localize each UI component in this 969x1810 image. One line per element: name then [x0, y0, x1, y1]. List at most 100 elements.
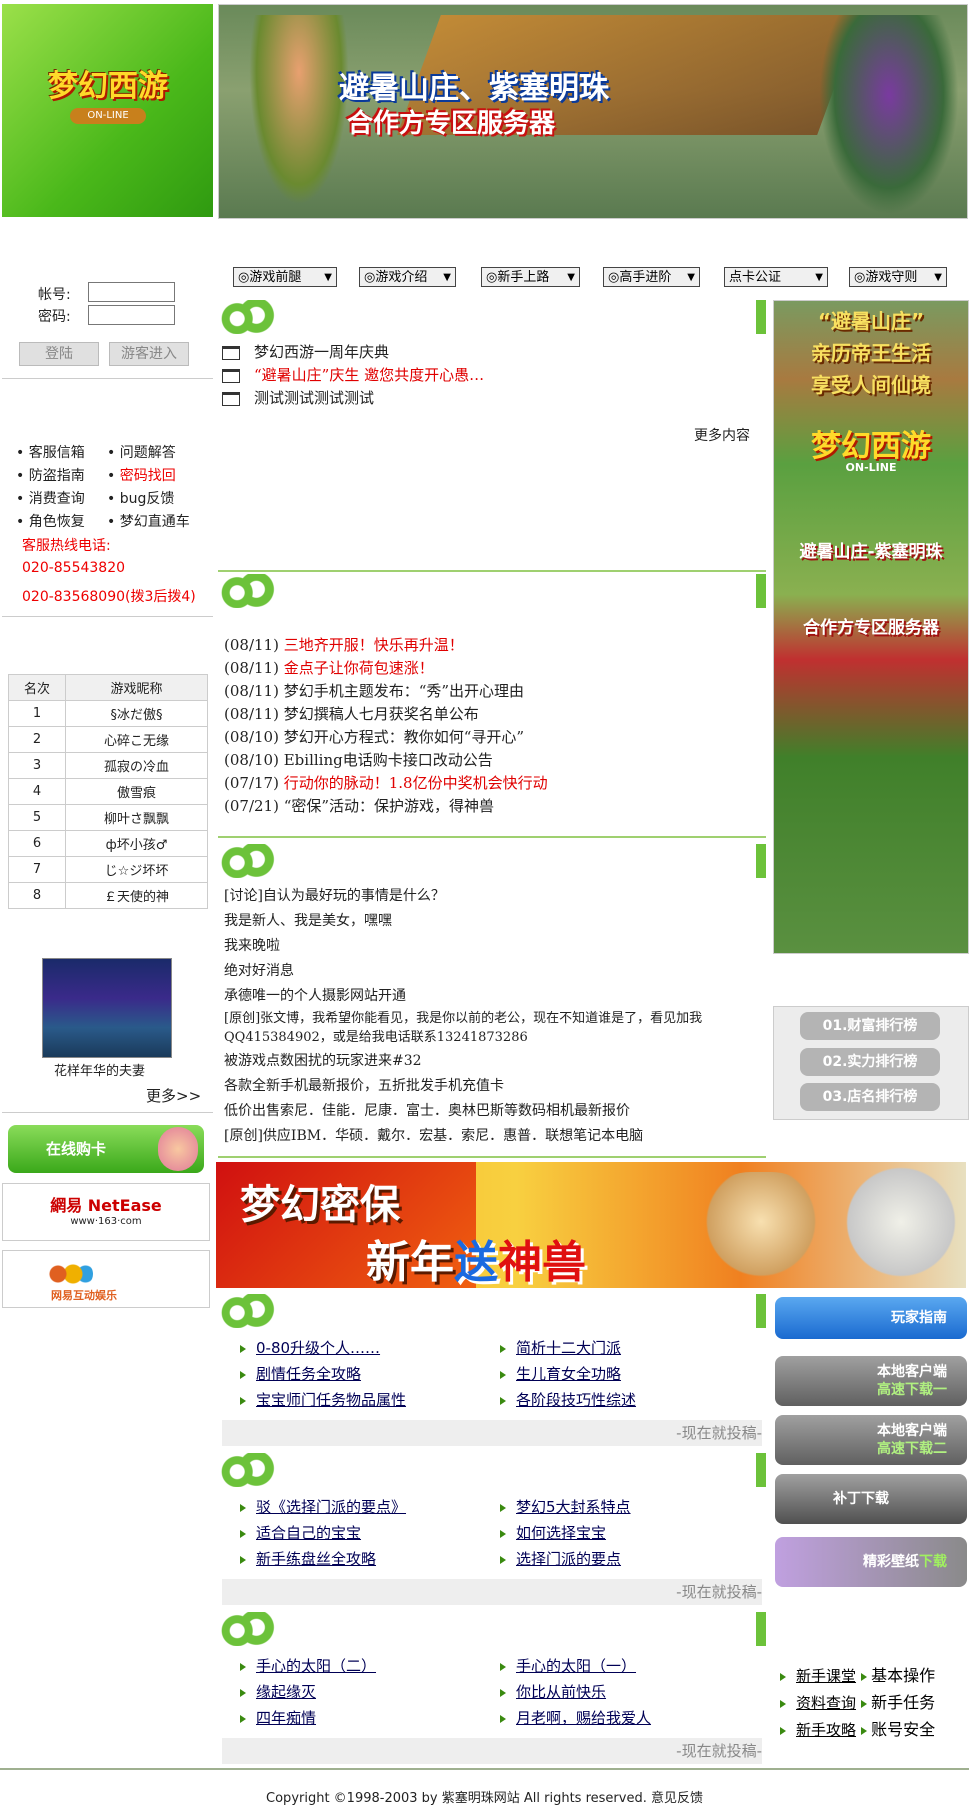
guide-block-1-header [218, 1294, 766, 1328]
forum-topic[interactable]: [原创]供应IBM．华硕．戴尔．宏基．索尼．惠普．联想笔记本电脑 [224, 1124, 764, 1149]
news-item[interactable]: (07/17) 行动你的脉动！1.8亿份中奖机会快行动 [224, 772, 764, 795]
guide-link[interactable]: 剧情任务全攻略 [240, 1361, 490, 1387]
guide-link[interactable]: 各阶段技巧性综述 [500, 1387, 750, 1413]
forum-topic[interactable]: 被游戏点数困扰的玩家进来#32 [224, 1049, 764, 1074]
arrow-bullet-icon [500, 1344, 506, 1353]
nav-select-newbie[interactable]: ◎新手上路 ▼ [481, 267, 580, 287]
guide-link[interactable]: 适合自己的宝宝 [240, 1520, 490, 1546]
account-input[interactable] [88, 282, 175, 302]
forum-topic[interactable]: 我来晚啦 [224, 934, 764, 959]
nav-select-game-preview[interactable]: ◎游戏前腿 ▼ [233, 267, 337, 287]
table-row: 2 心碎こ无缘 [8, 726, 208, 753]
guide-link[interactable]: 月老啊，赐给我爱人 [500, 1705, 760, 1731]
submit-article-link[interactable]: -现在就投稿- [222, 1738, 762, 1764]
guide-link[interactable]: 梦幻5大封系特点 [500, 1494, 750, 1520]
submit-article-link[interactable]: -现在就投稿- [222, 1579, 762, 1605]
news-item[interactable]: (08/11) 梦幻撰稿人七月获奖名单公布 [224, 703, 764, 726]
quick-link[interactable]: 新手任务 [861, 1693, 935, 1712]
forum-topic[interactable]: 低价出售索尼．佳能．尼康．富士．奥林巴斯等数码相机最新报价 [224, 1099, 764, 1124]
screenshot-caption[interactable]: 花样年华的夫妻 [54, 1060, 145, 1079]
header-banner[interactable]: 避暑山庄、紫塞明珠 合作方专区服务器 [218, 4, 968, 219]
client-download-2-button[interactable]: 本地客户端 高速下载二 [775, 1415, 967, 1465]
guide-link[interactable]: 四年痴情 [240, 1705, 490, 1731]
forum-topic[interactable]: 绝对好消息 [224, 959, 764, 984]
list-item[interactable]: 梦幻西游一周年庆典 [222, 341, 762, 364]
guide-block-2-col2: 梦幻5大封系特点 如何选择宝宝 选择门派的要点 [500, 1494, 750, 1572]
more-screenshots-link[interactable]: 更多>> [146, 1085, 201, 1106]
table-row: 5 柳叶さ飘飘 [8, 804, 208, 831]
arrow-bullet-icon [240, 1555, 246, 1564]
nav-select-card-notary[interactable]: 点卡公证 ▼ [724, 267, 828, 287]
wallpaper-download-button[interactable]: 精彩壁纸下载 [775, 1537, 967, 1587]
news-item[interactable]: (08/10) 梦幻开心方程式：教你如何“寻开心” [224, 726, 764, 749]
guest-login-button[interactable]: 游客进入 [109, 342, 189, 366]
service-link-password-recovery[interactable]: • 密码找回 [107, 465, 176, 485]
guide-link[interactable]: 0-80升级个人…… [240, 1335, 490, 1361]
guide-link[interactable]: 手心的太阳（二） [240, 1653, 490, 1679]
netease-ad[interactable]: 網易 NetEase www·163·com [2, 1183, 210, 1241]
player-guide-button[interactable]: 玩家指南 [775, 1297, 967, 1339]
service-link-express[interactable]: • 梦幻直通车 [107, 511, 190, 531]
list-item[interactable]: “避暑山庄”庆生 邀您共度开心愚… [222, 364, 762, 387]
service-link-bug-report[interactable]: • bug反馈 [107, 488, 174, 508]
forum-topic[interactable]: 我是新人、我是美女，嘿嘿 [224, 909, 764, 934]
cloud-icon [218, 1612, 282, 1646]
list-item[interactable]: 测试测试测试测试 [222, 387, 762, 410]
shop-ranking-button[interactable]: 03.店名排行榜 [800, 1083, 940, 1111]
right-column-ad[interactable]: “避暑山庄” 亲历帝王生活 享受人间仙境 梦幻西游 ON-LINE 避暑山庄-紫… [773, 300, 969, 954]
arrow-bullet-icon [240, 1396, 246, 1405]
news-item[interactable]: (08/11) 金点子让你荷包速涨！ [224, 657, 764, 680]
service-link-consumption[interactable]: • 消费查询 [16, 488, 85, 508]
nav-select-game-intro[interactable]: ◎游戏介绍 ▼ [359, 267, 456, 287]
game-screenshot-thumbnail[interactable] [42, 958, 172, 1058]
forum-topic[interactable]: [讨论]自认为最好玩的事情是什么？ [224, 884, 764, 909]
guide-link[interactable]: 缘起缘灭 [240, 1679, 490, 1705]
news-item[interactable]: (08/10) Ebilling电话购卡接口改动公告 [224, 749, 764, 772]
guide-block-2-col1: 驳《选择门派的要点》 适合自己的宝宝 新手练盘丝全攻略 [240, 1494, 490, 1572]
more-announcements-link[interactable]: 更多内容 [694, 425, 750, 445]
quick-link[interactable]: 基本操作 [861, 1666, 935, 1685]
guide-link[interactable]: 手心的太阳（一） [500, 1653, 760, 1679]
submit-article-link[interactable]: -现在就投稿- [222, 1420, 762, 1446]
guide-link[interactable]: 如何选择宝宝 [500, 1520, 750, 1546]
guide-link[interactable]: 生儿育女全功略 [500, 1361, 750, 1387]
guide-link[interactable]: 简析十二大门派 [500, 1335, 750, 1361]
news-item[interactable]: (08/11) 三地齐开服！快乐再升温！ [224, 634, 764, 657]
promo-banner[interactable]: 梦幻密保 新年送神兽 [216, 1162, 966, 1288]
password-input[interactable] [88, 305, 175, 325]
cloud-icon [218, 1294, 282, 1328]
right-ad-line3: 享受人间仙境 [811, 373, 931, 397]
login-button[interactable]: 登陆 [19, 342, 99, 366]
netease-games-ad[interactable]: 网易互动娱乐 [2, 1250, 210, 1308]
service-link-role-restore[interactable]: • 角色恢复 [16, 511, 85, 531]
forum-topic[interactable]: 各款全新手机最新报价，五折批发手机充值卡 [224, 1074, 764, 1099]
news-item[interactable]: (08/11) 梦幻手机主题发布：“秀”出开心理由 [224, 680, 764, 703]
guide-link[interactable]: 驳《选择门派的要点》 [240, 1494, 490, 1520]
divider [2, 616, 213, 617]
quick-link[interactable]: 新手攻略 [780, 1721, 856, 1739]
guide-link[interactable]: 你比从前快乐 [500, 1679, 760, 1705]
quick-link[interactable]: 账号安全 [861, 1720, 935, 1739]
arrow-bullet-icon [861, 1672, 868, 1681]
strength-ranking-button[interactable]: 02.实力排行榜 [800, 1048, 940, 1076]
wealth-ranking-button[interactable]: 01.财富排行榜 [800, 1012, 940, 1040]
quick-link[interactable]: 资料查询 [780, 1694, 856, 1712]
guide-link[interactable]: 选择门派的要点 [500, 1546, 750, 1572]
guide-link[interactable]: 新手练盘丝全攻略 [240, 1546, 490, 1572]
quick-link[interactable]: 新手课堂 [780, 1667, 856, 1685]
nav-select-game-rules[interactable]: ◎游戏守则 ▼ [849, 267, 947, 287]
folder-icon [222, 369, 240, 383]
service-link-antitheft[interactable]: • 防盗指南 [16, 465, 85, 485]
forum-topic[interactable]: [原创]张文博，我希望你能看见，我是你以前的老公，现在不知道谁是了，看见加我QQ… [224, 1009, 764, 1049]
guide-link[interactable]: 宝宝师门任务物品属性 [240, 1387, 490, 1413]
nav-select-advanced[interactable]: ◎高手进阶 ▼ [603, 267, 700, 287]
logo[interactable]: 梦幻西游 [38, 62, 178, 112]
buy-card-button[interactable]: 在线购卡 [8, 1125, 204, 1173]
forum-topic[interactable]: 承德唯一的个人摄影网站开通 [224, 984, 764, 1009]
service-link-mailbox[interactable]: • 客服信箱 [16, 442, 85, 462]
news-item[interactable]: (07/21) “密保”活动：保护游戏，得神兽 [224, 795, 764, 818]
service-link-faq[interactable]: • 问题解答 [107, 442, 176, 462]
client-download-1-button[interactable]: 本地客户端 高速下载一 [775, 1356, 967, 1406]
patch-download-button[interactable]: 补丁下载 [775, 1474, 967, 1524]
monkey-mascot-image [696, 1172, 826, 1282]
